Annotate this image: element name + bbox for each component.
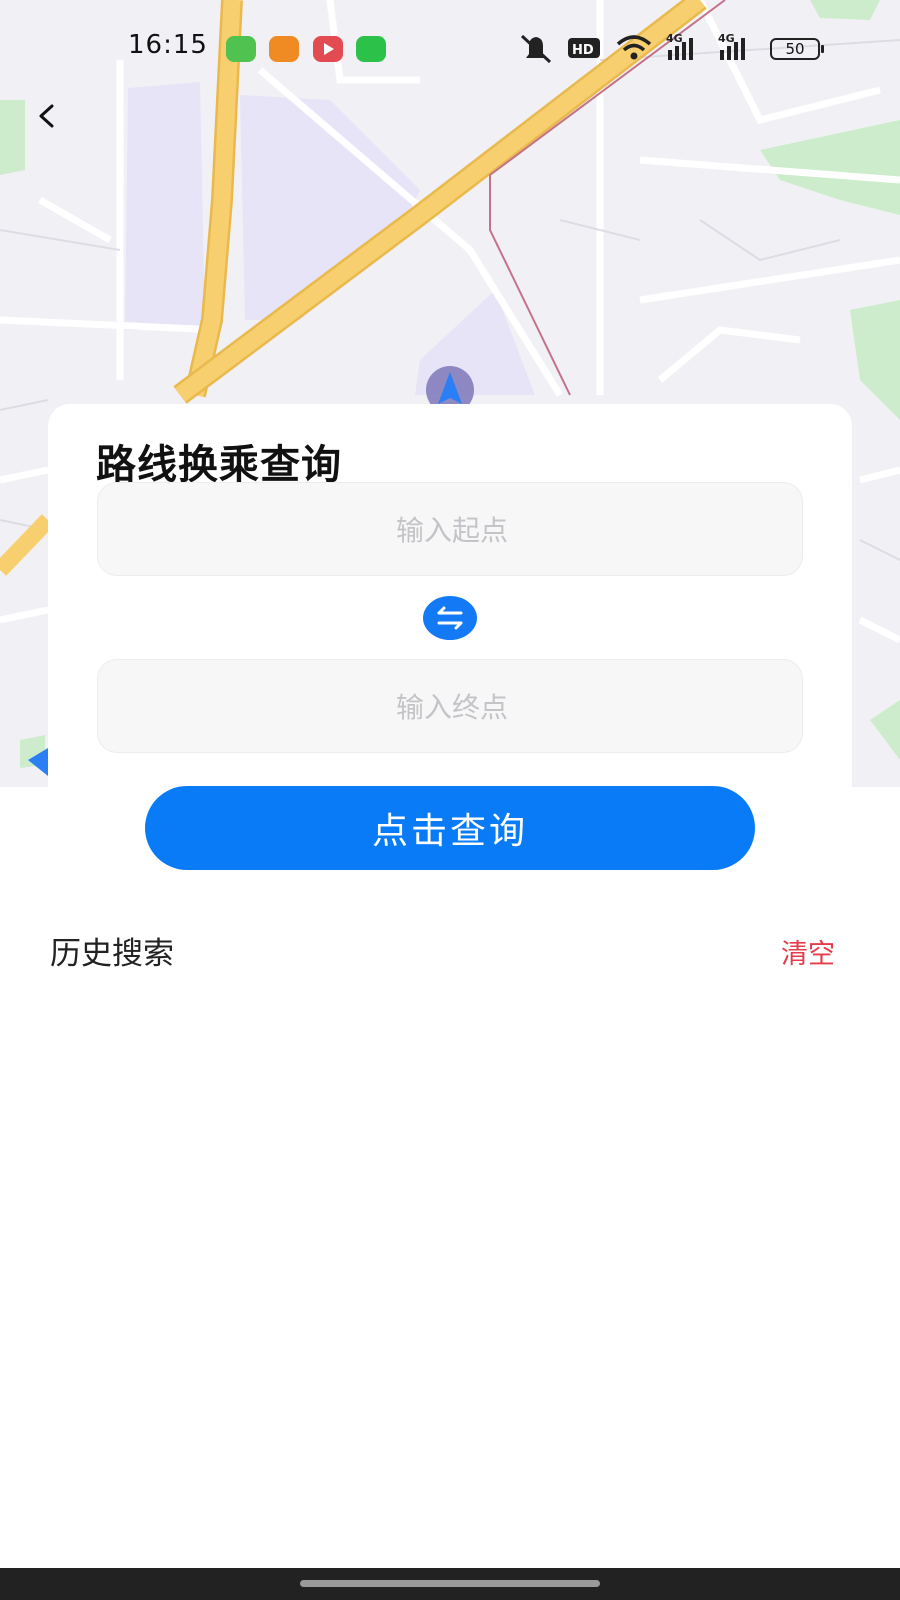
map-block: [125, 82, 205, 330]
svg-text:4G: 4G: [718, 32, 735, 45]
home-indicator[interactable]: [300, 1580, 600, 1587]
video-app-icon: [313, 36, 343, 62]
map-park: [0, 100, 25, 175]
store-app-icon: [356, 36, 386, 62]
messages-app-icon: [226, 36, 256, 62]
svg-text:HD: HD: [572, 43, 594, 58]
wifi-icon: [614, 28, 654, 68]
swap-arrows-icon: [437, 606, 463, 630]
start-point-field[interactable]: [97, 482, 806, 577]
battery-indicator: 50: [770, 38, 824, 60]
status-time: 16:15: [128, 30, 208, 60]
query-button[interactable]: 点击查询: [145, 786, 755, 870]
history-title: 历史搜索: [50, 936, 174, 972]
chevron-left-icon: [39, 104, 54, 128]
end-point-input[interactable]: [98, 660, 806, 754]
back-button[interactable]: [28, 96, 68, 136]
start-point-input[interactable]: [98, 483, 806, 577]
map-park: [810, 0, 880, 20]
swap-button[interactable]: [423, 596, 477, 640]
mute-icon: [516, 28, 556, 68]
hd-icon: HD: [566, 28, 604, 68]
status-bar: 16:15 HD 4G 4G 50: [0, 20, 900, 76]
weibo-app-icon: [269, 36, 299, 62]
signal-4g-icon-2: 4G: [716, 28, 756, 68]
signal-4g-icon: 4G: [664, 28, 704, 68]
svg-text:4G: 4G: [666, 32, 683, 45]
clear-history-button[interactable]: 清空: [781, 932, 835, 971]
end-point-field[interactable]: [97, 659, 806, 754]
